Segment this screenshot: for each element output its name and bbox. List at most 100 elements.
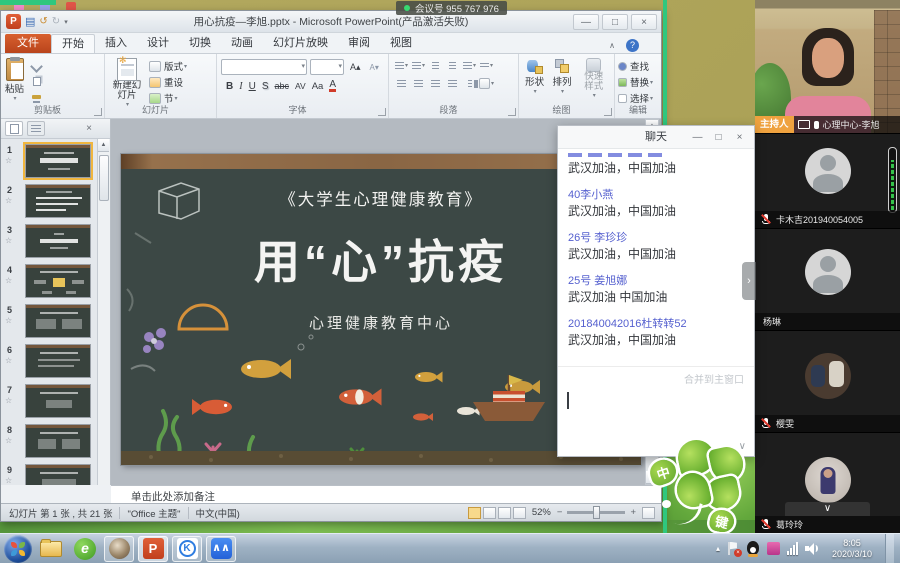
minimize-button[interactable]: —	[573, 14, 599, 30]
line-spacing-icon[interactable]: ▾	[462, 59, 477, 72]
arrange-button[interactable]: 排列▾	[548, 57, 575, 96]
tab-slideshow[interactable]: 幻灯片放映	[263, 34, 338, 53]
taskbar-explorer-icon[interactable]	[36, 536, 66, 562]
ime-mode-leaf[interactable]: 中	[647, 457, 679, 488]
dialog-launcher-icon[interactable]	[508, 108, 516, 116]
dialog-launcher-icon[interactable]	[378, 108, 386, 116]
undo-icon[interactable]: ↺	[39, 16, 47, 27]
tray-expand-icon[interactable]: ▴	[716, 544, 720, 553]
tab-insert[interactable]: 插入	[95, 34, 137, 53]
taskbar-clock[interactable]: 8:05 2020/3/10	[826, 538, 878, 560]
tab-home[interactable]: 开始	[51, 34, 95, 53]
collapse-tiles-button[interactable]: ∨	[785, 502, 870, 516]
slide-thumbnail-1[interactable]: 1☆	[1, 143, 97, 183]
panel-expander-tab[interactable]: ›	[742, 262, 756, 300]
qat-dropdown-icon[interactable]: ▾	[64, 18, 68, 26]
chat-close-icon[interactable]: ×	[729, 132, 750, 143]
ime-clover-widget[interactable]: 中 键	[648, 438, 756, 536]
new-slide-button[interactable]: ✻ 新建幻灯片 ▾	[105, 57, 149, 109]
strikethrough-button[interactable]: abc	[274, 81, 289, 91]
start-button[interactable]	[4, 535, 32, 563]
slide-sorter-view-icon[interactable]	[483, 507, 496, 519]
copy-icon[interactable]	[29, 75, 44, 88]
character-spacing-button[interactable]: AV	[295, 81, 306, 91]
font-size-combobox[interactable]	[310, 59, 344, 75]
justify-icon[interactable]	[445, 77, 460, 90]
text-direction-icon[interactable]: ▾	[479, 59, 494, 72]
slide-thumbnail-2[interactable]: 2☆	[1, 183, 97, 223]
chat-message-list[interactable]: 武汉加油，中国加油 40李小燕 武汉加油，中国加油 26号 李珍珍 武汉加油，中…	[558, 149, 754, 349]
bullets-icon[interactable]: ▾	[394, 59, 409, 72]
action-center-flag-icon[interactable]: ×	[727, 542, 740, 556]
close-button[interactable]: ×	[631, 14, 657, 30]
shrink-font-icon[interactable]: A▾	[370, 63, 379, 72]
scrollbar-thumb[interactable]	[99, 155, 109, 201]
find-button[interactable]: 查找	[618, 59, 661, 73]
layout-button[interactable]: 版式▾	[149, 59, 187, 73]
columns-icon[interactable]	[462, 77, 477, 90]
indent-increase-icon[interactable]	[445, 59, 460, 72]
save-icon[interactable]: ▤	[25, 15, 35, 28]
dialog-launcher-icon[interactable]	[604, 108, 612, 116]
italic-button[interactable]: I	[239, 81, 242, 92]
tab-animations[interactable]: 动画	[221, 34, 263, 53]
normal-view-icon[interactable]	[468, 507, 481, 519]
slide-thumbnail-6[interactable]: 6☆	[1, 343, 97, 383]
slide-thumbnail-4[interactable]: 4☆	[1, 263, 97, 303]
host-video-tile[interactable]: 主持人 心理中心-李旭	[755, 0, 900, 133]
change-case-button[interactable]: Aa	[312, 81, 324, 92]
notes-pane[interactable]: 单击此处添加备注	[111, 485, 661, 503]
replace-button[interactable]: 替换▾	[618, 75, 661, 89]
slide-thumbnail-5[interactable]: 5☆	[1, 303, 97, 343]
quick-styles-button[interactable]: 快速样式▾	[576, 57, 612, 100]
align-right-icon[interactable]	[428, 77, 443, 90]
dialog-launcher-icon[interactable]	[94, 108, 102, 116]
zoom-out-icon[interactable]: −	[557, 507, 563, 518]
scroll-up-icon[interactable]: ▲	[98, 139, 109, 152]
help-icon[interactable]: ?	[626, 39, 639, 52]
zoom-slider-thumb[interactable]	[593, 506, 600, 519]
reading-view-icon[interactable]	[498, 507, 511, 519]
close-panel-icon[interactable]: ×	[86, 123, 92, 134]
slideshow-view-icon[interactable]	[513, 507, 526, 519]
font-name-combobox[interactable]	[221, 59, 307, 75]
slide-thumbnail-7[interactable]: 7☆	[1, 383, 97, 423]
grow-font-icon[interactable]: A▴	[350, 62, 361, 73]
indent-decrease-icon[interactable]	[428, 59, 443, 72]
ppt-title-bar[interactable]: P ▤ ↺ ↻ ▾ 用心抗疫—李旭.pptx - Microsoft Power…	[1, 11, 661, 33]
tab-review[interactable]: 审阅	[338, 34, 380, 53]
bold-button[interactable]: B	[226, 81, 233, 92]
shapes-button[interactable]: 形状▾	[521, 57, 548, 96]
zoom-percentage[interactable]: 52%	[532, 507, 551, 518]
ime-tray-icon[interactable]	[767, 542, 780, 555]
qq-penguin-icon[interactable]	[747, 541, 760, 556]
participant-tile[interactable]: 卡木吉201940054005	[755, 133, 900, 228]
tab-transitions[interactable]: 切换	[179, 34, 221, 53]
taskbar-meeting-app-icon[interactable]: ∧∧	[206, 536, 236, 562]
slide-thumbnail-3[interactable]: 3☆	[1, 223, 97, 263]
language-indicator[interactable]: 中文(中国)	[196, 506, 240, 520]
slide-thumbnail-8[interactable]: 8☆	[1, 423, 97, 463]
participant-tile[interactable]: 樱雯	[755, 330, 900, 432]
underline-button[interactable]: U	[249, 81, 256, 92]
participant-tile[interactable]: 杨琳	[755, 228, 900, 330]
zoom-in-icon[interactable]: +	[630, 507, 636, 518]
taskbar-powerpoint-icon[interactable]: P	[138, 536, 168, 562]
show-desktop-button[interactable]	[885, 534, 894, 563]
volume-icon[interactable]	[805, 542, 819, 555]
thumbnail-scrollbar[interactable]: ▲	[97, 139, 110, 485]
participant-tile[interactable]: ∨ 葛玲玲	[755, 432, 900, 533]
taskbar-k-app-icon[interactable]: K	[172, 536, 202, 562]
chat-minimize-icon[interactable]: —	[687, 132, 708, 143]
collapse-ribbon-icon[interactable]: ∧	[609, 41, 615, 50]
tab-view[interactable]: 视图	[380, 34, 422, 53]
tab-design[interactable]: 设计	[137, 34, 179, 53]
ime-keyboard-leaf[interactable]: 键	[708, 508, 736, 535]
align-center-icon[interactable]	[411, 77, 426, 90]
network-signal-icon[interactable]	[787, 542, 798, 555]
redo-icon[interactable]: ↻	[52, 16, 60, 27]
slides-tab[interactable]	[5, 121, 23, 136]
restore-button[interactable]: □	[602, 14, 628, 30]
taskbar-browser-icon[interactable]: e	[70, 536, 100, 562]
align-left-icon[interactable]	[394, 77, 409, 90]
